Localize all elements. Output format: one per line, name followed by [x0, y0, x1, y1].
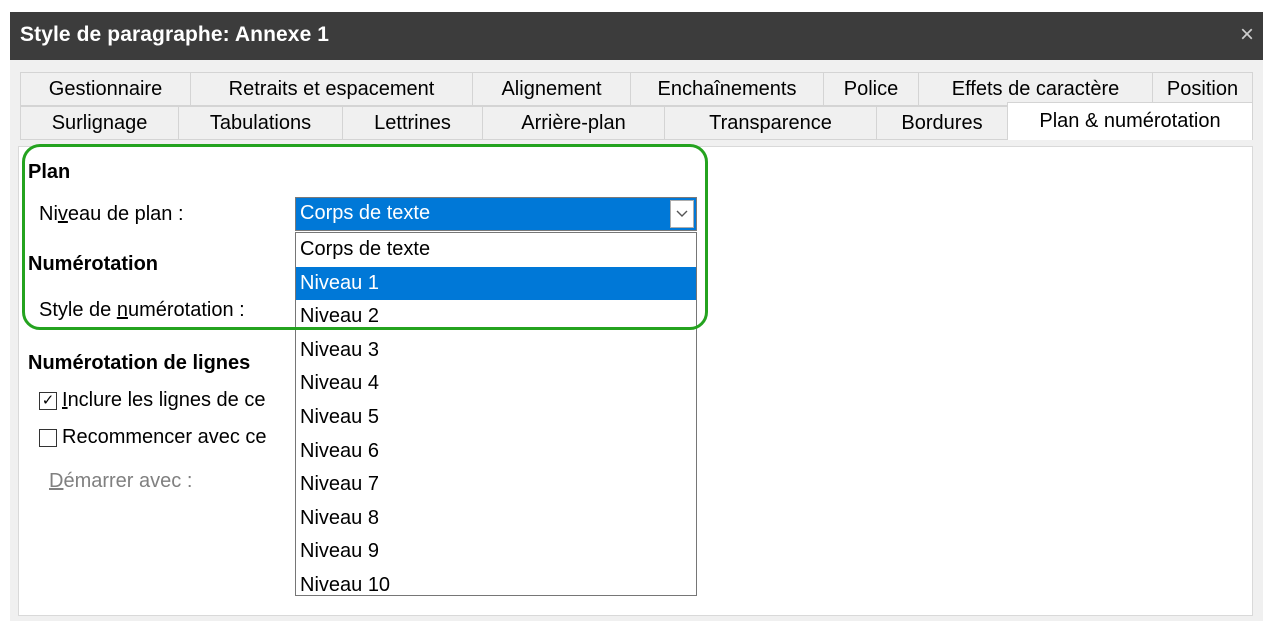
tab-surlignage[interactable]: Surlignage: [20, 106, 178, 140]
tab-arriere-plan[interactable]: Arrière-plan: [482, 106, 664, 140]
tab-retraits-espacement[interactable]: Retraits et espacement: [190, 72, 472, 106]
dialog-body: Gestionnaire Retraits et espacement Alig…: [10, 60, 1263, 621]
option-niveau-6[interactable]: Niveau 6: [296, 435, 696, 469]
title-bar: Style de paragraphe: Annexe 1 ×: [10, 12, 1263, 60]
option-niveau-8[interactable]: Niveau 8: [296, 502, 696, 536]
outline-level-label: Niveau de plan :: [39, 203, 184, 225]
tab-row-1: Gestionnaire Retraits et espacement Alig…: [20, 72, 1253, 106]
plan-heading: Plan: [28, 161, 71, 183]
tab-transparence[interactable]: Transparence: [664, 106, 876, 140]
numbering-style-label: Style de numérotation :: [39, 299, 245, 321]
outline-level-select[interactable]: Corps de texte: [295, 197, 697, 231]
tab-police[interactable]: Police: [823, 72, 918, 106]
window-title: Style de paragraphe: Annexe 1: [20, 23, 330, 46]
option-niveau-4[interactable]: Niveau 4: [296, 367, 696, 401]
tab-tabulations[interactable]: Tabulations: [178, 106, 342, 140]
numbering-heading: Numérotation: [28, 253, 158, 275]
option-niveau-1[interactable]: Niveau 1: [296, 266, 696, 301]
tab-plan-numerotation[interactable]: Plan & numérotation: [1007, 102, 1253, 140]
include-lines-label[interactable]: Inclure les lignes de ce: [62, 389, 265, 412]
line-numbering-heading: Numérotation de lignes: [28, 352, 251, 374]
restart-label[interactable]: Recommencer avec ce: [62, 426, 267, 449]
tab-bordures[interactable]: Bordures: [876, 106, 1007, 140]
close-icon[interactable]: ×: [1235, 21, 1259, 49]
option-corps-de-texte[interactable]: Corps de texte: [296, 233, 696, 267]
option-niveau-3[interactable]: Niveau 3: [296, 334, 696, 368]
option-niveau-10[interactable]: Niveau 10: [296, 569, 696, 603]
tab-lettrines[interactable]: Lettrines: [342, 106, 482, 140]
option-niveau-2[interactable]: Niveau 2: [296, 300, 696, 334]
outline-level-value: Corps de texte: [300, 202, 431, 224]
tab-row-2: Surlignage Tabulations Lettrines Arrière…: [20, 102, 1253, 140]
option-niveau-9[interactable]: Niveau 9: [296, 535, 696, 569]
start-with-label: Démarrer avec :: [49, 470, 193, 492]
tab-alignement[interactable]: Alignement: [472, 72, 630, 106]
tab-gestionnaire[interactable]: Gestionnaire: [20, 72, 190, 106]
outline-level-dropdown: Corps de texte Niveau 1 Niveau 2 Niveau …: [295, 232, 697, 596]
tab-enchainements[interactable]: Enchaînements: [630, 72, 823, 106]
include-lines-checkbox[interactable]: ✓: [39, 392, 57, 410]
tab-position[interactable]: Position: [1152, 72, 1253, 106]
option-niveau-5[interactable]: Niveau 5: [296, 401, 696, 435]
chevron-down-icon[interactable]: [670, 200, 694, 228]
tab-effets-caractere[interactable]: Effets de caractère: [918, 72, 1152, 106]
option-niveau-7[interactable]: Niveau 7: [296, 468, 696, 502]
restart-checkbox[interactable]: [39, 429, 57, 447]
